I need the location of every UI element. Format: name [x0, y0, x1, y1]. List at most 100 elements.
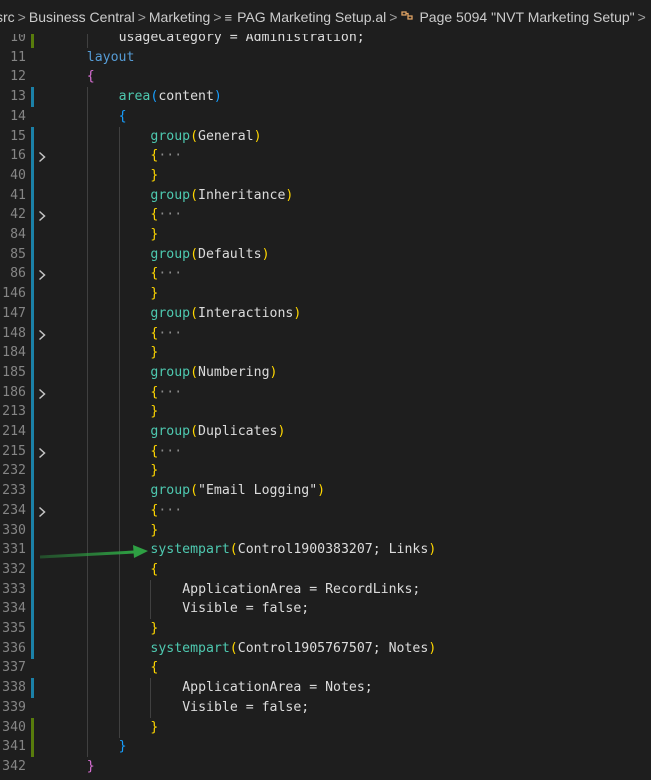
code-line[interactable]: 233 group("Email Logging") [0, 481, 651, 502]
code-text[interactable]: {··· [150, 442, 182, 462]
modified-line-marker[interactable] [31, 500, 34, 521]
code-line[interactable]: 213} [0, 402, 651, 423]
modified-line-marker[interactable] [31, 244, 34, 265]
modified-line-marker[interactable] [31, 481, 34, 502]
code-text[interactable]: ApplicationArea = RecordLinks; [182, 580, 420, 600]
added-line-marker[interactable] [31, 717, 34, 738]
modified-line-marker[interactable] [31, 205, 34, 226]
code-text[interactable]: } [150, 225, 158, 245]
code-line[interactable]: 184} [0, 343, 651, 364]
code-line[interactable]: 335} [0, 619, 651, 639]
modified-line-marker[interactable] [31, 540, 34, 561]
modified-line-marker[interactable] [31, 402, 34, 423]
modified-line-marker[interactable] [31, 264, 34, 285]
modified-line-marker[interactable] [31, 362, 34, 383]
modified-line-marker[interactable] [31, 126, 34, 147]
code-text[interactable]: group(Duplicates) [150, 422, 285, 442]
added-line-marker[interactable] [31, 737, 34, 758]
code-line[interactable]: 41 group(Inheritance) [0, 185, 651, 206]
code-line[interactable]: 146} [0, 284, 651, 305]
code-text[interactable]: area(content) [119, 87, 222, 107]
modified-line-marker[interactable] [31, 441, 34, 462]
code-text[interactable]: Visible = false; [182, 599, 309, 619]
code-line[interactable]: 42 {··· [0, 205, 651, 226]
modified-line-marker[interactable] [31, 343, 34, 364]
modified-line-marker[interactable] [31, 461, 34, 482]
code-text[interactable]: layout [87, 48, 135, 68]
code-text[interactable]: } [150, 166, 158, 186]
breadcrumb-item[interactable]: src [0, 9, 15, 25]
code-line[interactable]: 338 ApplicationArea = Notes; [0, 678, 651, 699]
breadcrumb-item[interactable]: Page 5094 "NVT Marketing Setup" [400, 9, 635, 25]
code-editor[interactable]: 10 usageCategory = Administration; 11 layou… [0, 28, 651, 780]
code-text[interactable]: group(General) [150, 127, 261, 147]
code-line[interactable]: 339 Visible = false; [0, 697, 651, 718]
code-text[interactable]: {··· [150, 205, 182, 225]
code-text[interactable]: group(Numbering) [150, 363, 277, 383]
modified-line-marker[interactable] [31, 303, 34, 324]
fold-chevron-icon[interactable] [36, 268, 48, 281]
code-text[interactable]: group(Inheritance) [150, 186, 293, 206]
code-text[interactable]: systempart(Control1905767507; Notes) [150, 639, 436, 659]
modified-line-marker[interactable] [31, 284, 34, 305]
code-line[interactable]: 86 {··· [0, 264, 651, 285]
code-text[interactable]: } [150, 461, 158, 481]
code-line[interactable]: 186 {··· [0, 382, 651, 403]
modified-line-marker[interactable] [31, 146, 34, 167]
fold-chevron-icon[interactable] [36, 328, 48, 340]
code-line[interactable]: 232} [0, 461, 651, 482]
code-text[interactable]: { [87, 67, 95, 87]
code-text[interactable]: { [150, 658, 158, 678]
modified-line-marker[interactable] [31, 422, 34, 442]
modified-line-marker[interactable] [31, 678, 34, 699]
code-text[interactable]: Visible = false; [182, 698, 309, 718]
fold-chevron-icon[interactable] [36, 150, 48, 163]
code-text[interactable]: } [150, 718, 158, 738]
code-line[interactable]: 330} [0, 520, 651, 541]
fold-chevron-icon[interactable] [36, 387, 48, 399]
code-line[interactable]: 342} [0, 757, 651, 777]
code-text[interactable]: { [150, 560, 158, 580]
code-line[interactable]: 333 ApplicationArea = RecordLinks; [0, 579, 651, 600]
code-text[interactable]: ApplicationArea = Notes; [182, 678, 373, 698]
modified-line-marker[interactable] [31, 185, 34, 206]
code-text[interactable]: } [150, 343, 158, 363]
code-text[interactable]: } [150, 284, 158, 304]
code-line[interactable]: 332 { [0, 559, 651, 580]
code-text[interactable]: } [119, 737, 127, 757]
code-line[interactable]: 12 { [0, 67, 651, 87]
breadcrumb-item[interactable]: Marketing [149, 9, 210, 25]
code-line[interactable]: 341} [0, 737, 651, 758]
code-line[interactable]: 334 Visible = false; [0, 599, 651, 620]
code-line[interactable]: 185 group(Numbering) [0, 362, 651, 383]
breadcrumb-item[interactable]: Business Central [29, 9, 135, 25]
code-text[interactable]: {··· [150, 264, 182, 284]
code-line[interactable]: 11 layout [0, 48, 651, 68]
code-text[interactable]: systempart(Control1900383207; Links) [150, 540, 436, 560]
code-line[interactable]: 85 group(Defaults) [0, 244, 651, 265]
code-text[interactable]: group(Defaults) [150, 245, 269, 265]
code-text[interactable]: {··· [150, 501, 182, 521]
code-text[interactable]: group("Email Logging") [150, 481, 325, 501]
modified-line-marker[interactable] [31, 559, 34, 580]
code-line[interactable]: 13 area(content) [0, 87, 651, 108]
modified-line-marker[interactable] [31, 579, 34, 600]
breadcrumb-item[interactable]: ≡ PAG Marketing Setup.al [225, 9, 387, 25]
modified-line-marker[interactable] [31, 520, 34, 541]
code-text[interactable]: } [150, 619, 158, 639]
code-text[interactable]: group(Interactions) [150, 304, 301, 324]
modified-line-marker[interactable] [31, 599, 34, 620]
code-text[interactable]: {··· [150, 383, 182, 403]
code-text[interactable]: } [150, 521, 158, 541]
code-line[interactable]: 84} [0, 225, 651, 245]
fold-chevron-icon[interactable] [36, 446, 48, 458]
code-line[interactable]: 16 {··· [0, 146, 651, 167]
code-text[interactable]: {··· [150, 324, 182, 344]
code-text[interactable]: } [87, 757, 95, 777]
modified-line-marker[interactable] [31, 225, 34, 245]
modified-line-marker[interactable] [31, 382, 34, 403]
modified-line-marker[interactable] [31, 165, 34, 186]
code-line[interactable]: 15 group(General) [0, 126, 651, 147]
code-line[interactable]: 14 { [0, 106, 651, 127]
code-line[interactable]: 234 {··· [0, 500, 651, 521]
